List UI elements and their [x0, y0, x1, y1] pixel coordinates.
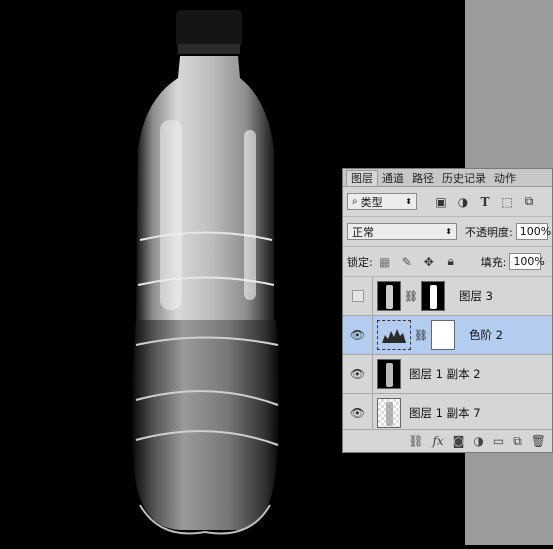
link-layers-icon[interactable]: ⛓ — [408, 434, 423, 448]
visibility-toggle[interactable]: 👁︎ — [343, 316, 373, 354]
layer-row[interactable]: 👁︎ 图层 1 副本 7 — [343, 394, 552, 433]
layer-thumbnail — [377, 281, 401, 311]
image-filter-icon[interactable]: ▣ — [433, 194, 449, 210]
eye-icon: 👁︎ — [349, 328, 366, 342]
search-icon: ⌕ — [352, 196, 358, 207]
fill-label: 填充: — [480, 255, 507, 269]
visibility-toggle[interactable]: 👁︎ — [343, 355, 373, 393]
layer-name: 图层 1 副本 7 — [409, 406, 481, 420]
layer-mask-thumbnail — [430, 320, 455, 350]
lock-transparent-icon[interactable]: ▦ — [377, 254, 393, 270]
lock-paint-icon[interactable]: ✎ — [399, 254, 415, 270]
panel-tabs: 图层 通道 路径 历史记录 动作 — [343, 169, 552, 187]
stepper-icon: ⬍ — [405, 197, 412, 206]
visibility-toggle[interactable] — [343, 277, 373, 315]
layer-style-fx-icon[interactable]: fx — [432, 434, 443, 448]
layer-row-selected[interactable]: 👁︎ ⛓ 色阶 2 — [343, 316, 552, 355]
type-filter-icon[interactable]: T — [477, 194, 493, 210]
adjustment-layer-icon[interactable]: ◑ — [473, 434, 483, 448]
tab-history[interactable]: 历史记录 — [438, 171, 490, 186]
tab-layers[interactable]: 图层 — [346, 170, 378, 186]
layer-name: 色阶 2 — [468, 328, 503, 342]
lock-position-icon[interactable]: ✥ — [421, 254, 437, 270]
eye-icon: 👁︎ — [349, 406, 366, 420]
blend-row: 正常 ⬍ 不透明度: 100% — [343, 217, 552, 247]
layer-row[interactable]: ⛓ 图层 3 — [343, 277, 552, 316]
stepper-icon: ⬍ — [445, 227, 452, 236]
shape-filter-icon[interactable]: ⬚ — [499, 194, 515, 210]
opacity-label: 不透明度: — [465, 225, 513, 239]
layers-panel: 图层 通道 路径 历史记录 动作 ⌕ 类型 ⬍ ▣ ◑ T ⬚ ⧉ 正常 ⬍ 不… — [342, 168, 553, 453]
panel-footer: ⛓ fx ◙ ◑ ▭ ⧉ 🗑︎ — [343, 429, 552, 452]
opacity-input[interactable]: 100% — [515, 223, 551, 240]
lock-all-icon[interactable]: 🔒︎ — [443, 254, 459, 270]
trash-icon[interactable]: 🗑︎ — [531, 434, 546, 448]
layer-name: 图层 3 — [458, 289, 493, 303]
new-layer-icon[interactable]: ⧉ — [513, 434, 522, 449]
layer-row[interactable]: 👁︎ 图层 1 副本 2 — [343, 355, 552, 394]
layer-name: 图层 1 副本 2 — [409, 367, 481, 381]
layer-thumbnail — [377, 359, 401, 389]
layer-filter-select[interactable]: ⌕ 类型 ⬍ — [347, 193, 417, 210]
tab-paths[interactable]: 路径 — [408, 171, 438, 186]
tab-channels[interactable]: 通道 — [378, 171, 408, 186]
adjustment-filter-icon[interactable]: ◑ — [455, 194, 471, 210]
add-mask-icon[interactable]: ◙ — [453, 434, 465, 448]
visibility-off-box — [351, 290, 364, 302]
chain-link-icon: ⛓ — [414, 328, 428, 342]
tab-actions[interactable]: 动作 — [490, 171, 520, 186]
chain-link-icon: ⛓ — [404, 289, 418, 303]
layer-mask-thumbnail — [420, 281, 445, 311]
eye-icon: 👁︎ — [349, 367, 366, 381]
filter-label: 类型 — [360, 195, 383, 209]
layer-thumbnail — [377, 398, 401, 428]
smart-object-filter-icon[interactable]: ⧉ — [521, 194, 537, 210]
new-group-icon[interactable]: ▭ — [493, 434, 504, 448]
filter-row: ⌕ 类型 ⬍ ▣ ◑ T ⬚ ⧉ — [343, 187, 552, 217]
blend-mode-value: 正常 — [352, 225, 374, 239]
visibility-toggle[interactable]: 👁︎ — [343, 394, 373, 432]
lock-row: 锁定: ▦ ✎ ✥ 🔒︎ 填充: 100% — [343, 247, 552, 277]
fill-input[interactable]: 100% — [509, 253, 545, 270]
lock-label: 锁定: — [347, 255, 373, 269]
levels-adjustment-icon — [377, 320, 411, 350]
blend-mode-select[interactable]: 正常 ⬍ — [347, 223, 457, 240]
